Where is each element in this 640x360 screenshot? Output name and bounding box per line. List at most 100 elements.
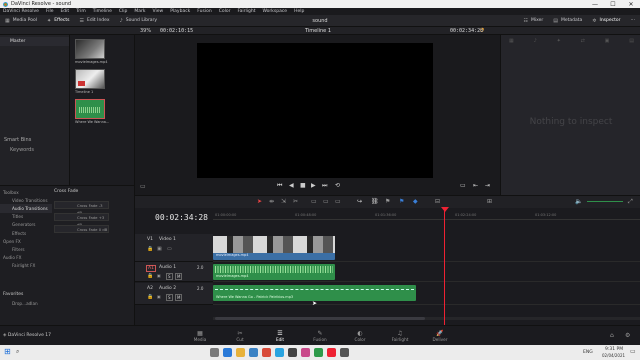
maximize-button[interactable]: ☐ xyxy=(604,1,622,8)
toolbox-item[interactable]: Toolbox xyxy=(0,188,52,196)
select-tool-icon[interactable]: ➤ xyxy=(257,198,262,205)
settings-icon[interactable]: ⚙ xyxy=(625,332,630,339)
menu-clip[interactable]: Clip xyxy=(119,9,128,14)
clip-thumbnail[interactable] xyxy=(75,39,105,59)
keywords-bin[interactable]: Keywords xyxy=(0,145,69,155)
cross-fade-item[interactable]: Cross Fade +3 dB xyxy=(54,213,109,227)
search-icon[interactable]: ⌕ xyxy=(16,348,19,356)
snapping-icon[interactable]: ↪ xyxy=(357,198,362,205)
cross-fade-item[interactable]: Cross Fade 0 dB xyxy=(54,225,109,233)
loop-icon[interactable]: ⟲ xyxy=(335,182,340,189)
metadata-button[interactable]: ▤ Metadata xyxy=(548,15,587,27)
audio-transitions-item[interactable]: Audio Transitions xyxy=(0,204,52,213)
solo-button[interactable]: S xyxy=(166,294,173,301)
video-transitions-item[interactable]: Video Transitions xyxy=(0,196,52,204)
viewer-screen[interactable] xyxy=(197,43,433,178)
menu-fairlight[interactable]: Fairlight xyxy=(237,9,255,14)
audio2-clip[interactable]: Where We Wanna Go - Patrick Patrikios.mp… xyxy=(213,285,416,301)
track-visibility-icon[interactable]: ▭ xyxy=(167,246,172,252)
stop-icon[interactable]: ■ xyxy=(300,182,306,189)
app-icon[interactable] xyxy=(301,348,310,357)
zoom-level[interactable]: 39% xyxy=(140,28,151,34)
timeline-ruler[interactable]: 01:00:00:00 01:00:48:00 01:01:36:00 01:0… xyxy=(213,210,640,220)
audio-volume-icon[interactable]: 🔈 xyxy=(575,198,582,205)
page-cut[interactable]: ✂ Cut xyxy=(220,326,260,346)
tab-file-icon[interactable]: ▤ xyxy=(629,38,634,46)
audio2-track-lane[interactable]: Where We Wanna Go - Patrick Patrikios.mp… xyxy=(213,283,640,305)
page-color[interactable]: ◐ Color xyxy=(340,326,380,346)
next-edit-icon[interactable]: ⇥ xyxy=(485,182,490,189)
audio-thumbnail[interactable] xyxy=(75,99,105,119)
page-edit[interactable]: ☰ Edit xyxy=(260,326,300,346)
menu-color[interactable]: Color xyxy=(219,9,231,14)
more-menu-icon[interactable]: ⋯ xyxy=(626,15,640,27)
blade-tool-icon[interactable]: ✂ xyxy=(293,198,298,205)
tab-video-icon[interactable]: ▦ xyxy=(509,38,514,46)
file-explorer-icon[interactable] xyxy=(236,348,245,357)
menu-fusion[interactable]: Fusion xyxy=(197,9,211,14)
edit-index-button[interactable]: ☰ Edit Index xyxy=(75,15,115,27)
menu-view[interactable]: View xyxy=(153,9,164,14)
media-pool-button[interactable]: ▦ Media Pool xyxy=(0,15,42,27)
app-icon[interactable] xyxy=(340,348,349,357)
audio1-track-lane[interactable]: movieImages.mp4 xyxy=(213,262,640,282)
telegram-icon[interactable] xyxy=(275,348,284,357)
auto-select-icon[interactable]: ▣ xyxy=(157,246,162,252)
timeline-name-dropdown[interactable]: Timeline 1 xyxy=(305,28,331,34)
menu-timeline[interactable]: Timeline xyxy=(93,9,112,14)
menu-edit[interactable]: Edit xyxy=(60,9,69,14)
position-lock-icon[interactable]: ⚑ xyxy=(385,198,390,205)
task-view-icon[interactable] xyxy=(210,348,219,357)
notifications-icon[interactable]: ▭ xyxy=(630,348,636,355)
marker-icon[interactable]: ◆ xyxy=(413,198,418,205)
solo-button[interactable]: S xyxy=(166,273,173,280)
app-icon[interactable] xyxy=(327,348,336,357)
page-deliver[interactable]: 🚀 Deliver xyxy=(420,326,460,346)
resolve-taskbar-icon[interactable] xyxy=(288,348,297,357)
mute-button[interactable]: M xyxy=(175,294,183,301)
tab-transition-icon[interactable]: ⇄ xyxy=(581,38,585,46)
minimize-button[interactable]: — xyxy=(586,1,604,8)
app-icon[interactable] xyxy=(314,348,323,357)
titles-item[interactable]: Titles xyxy=(0,213,52,221)
tab-image-icon[interactable]: ▣ xyxy=(605,38,610,46)
play-icon[interactable]: ▶ xyxy=(311,182,316,189)
close-button[interactable]: ✕ xyxy=(622,1,640,8)
menu-resolve[interactable]: DaVinci Resolve xyxy=(3,9,39,14)
dynamic-trim-icon[interactable]: ⇲ xyxy=(281,198,286,205)
jump-start-icon[interactable]: ⏮ xyxy=(277,182,282,190)
lock-icon[interactable]: 🔒 xyxy=(147,246,153,252)
overwrite-clip-icon[interactable]: ▭ xyxy=(323,198,329,205)
favorite-item[interactable]: Drop...adlan xyxy=(12,301,38,306)
lock-icon[interactable]: 🔒 xyxy=(147,273,153,279)
tab-effects-icon[interactable]: ✦ xyxy=(557,38,561,46)
timeline-thumbnail[interactable] xyxy=(75,69,105,89)
menu-trim[interactable]: Trim xyxy=(76,9,86,14)
video-track-lane[interactable]: movieImages.mp4 xyxy=(213,234,640,262)
volume-line[interactable] xyxy=(215,289,414,290)
video-clip[interactable]: movieImages.mp4 xyxy=(213,236,335,260)
overlay-icon[interactable]: ▭ xyxy=(140,183,146,190)
inspector-button[interactable]: ✲ Inspector xyxy=(587,15,625,27)
clock-date[interactable]: 02/04/2021 xyxy=(602,353,625,358)
language-indicator[interactable]: ENG xyxy=(583,350,593,355)
auto-select-icon[interactable]: ▣ xyxy=(157,294,161,299)
open-fx-item[interactable]: Open FX xyxy=(0,237,52,245)
mute-button[interactable]: M xyxy=(175,273,183,280)
linked-selection-icon[interactable]: ⛓ xyxy=(371,198,379,205)
menu-file[interactable]: File xyxy=(46,9,54,14)
menu-mark[interactable]: Mark xyxy=(134,9,145,14)
edge-icon[interactable] xyxy=(223,348,232,357)
start-icon[interactable]: ⊞ xyxy=(4,347,11,356)
cross-fade-item[interactable]: Cross Fade -3 dB xyxy=(54,201,109,215)
page-media[interactable]: ▦ Media xyxy=(180,326,220,346)
page-fusion[interactable]: ✎ Fusion xyxy=(300,326,340,346)
audio1-clip[interactable]: movieImages.mp4 xyxy=(213,264,335,280)
replace-clip-icon[interactable]: ▭ xyxy=(335,198,341,205)
match-frame-icon[interactable]: ▭ xyxy=(460,182,466,189)
play-reverse-icon[interactable]: ◀ xyxy=(289,182,294,189)
flag-icon[interactable]: ⚑ xyxy=(399,198,404,205)
menu-help[interactable]: Help xyxy=(294,9,304,14)
audio-fx-item[interactable]: Audio FX xyxy=(0,254,52,262)
insert-clip-icon[interactable]: ▭ xyxy=(311,198,317,205)
